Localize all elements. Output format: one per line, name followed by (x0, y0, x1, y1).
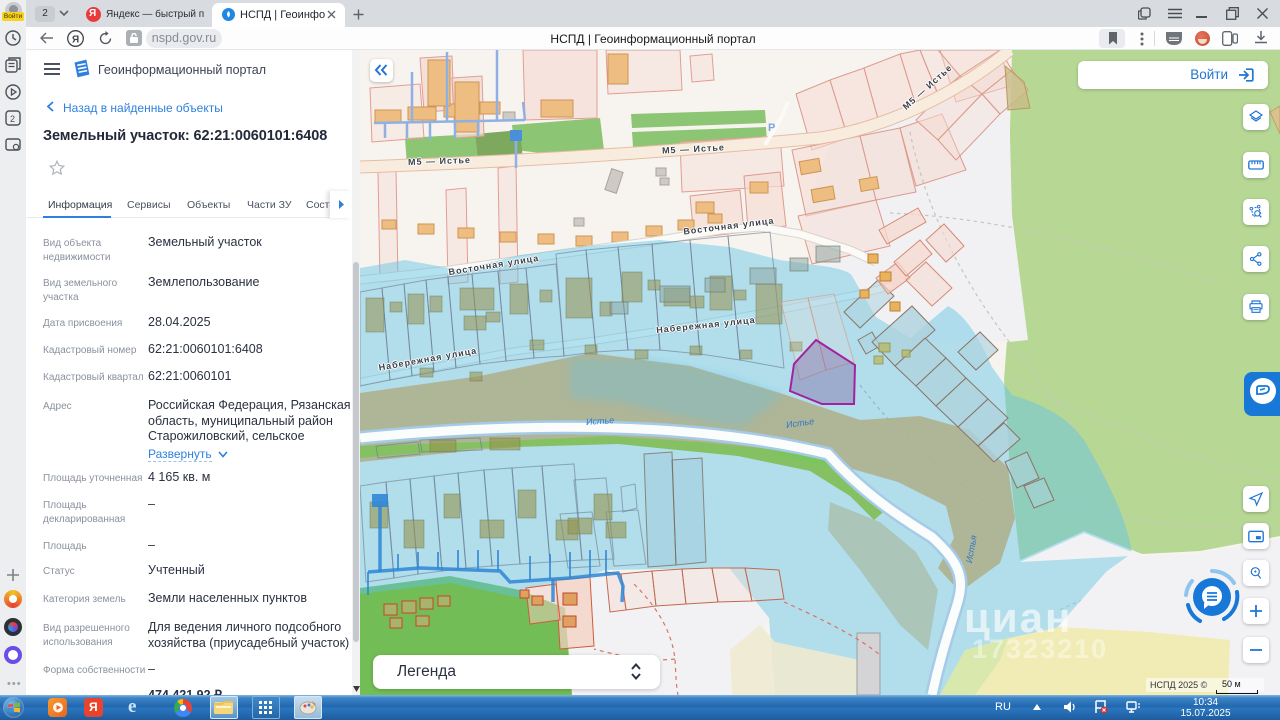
svg-text:2: 2 (10, 114, 15, 124)
